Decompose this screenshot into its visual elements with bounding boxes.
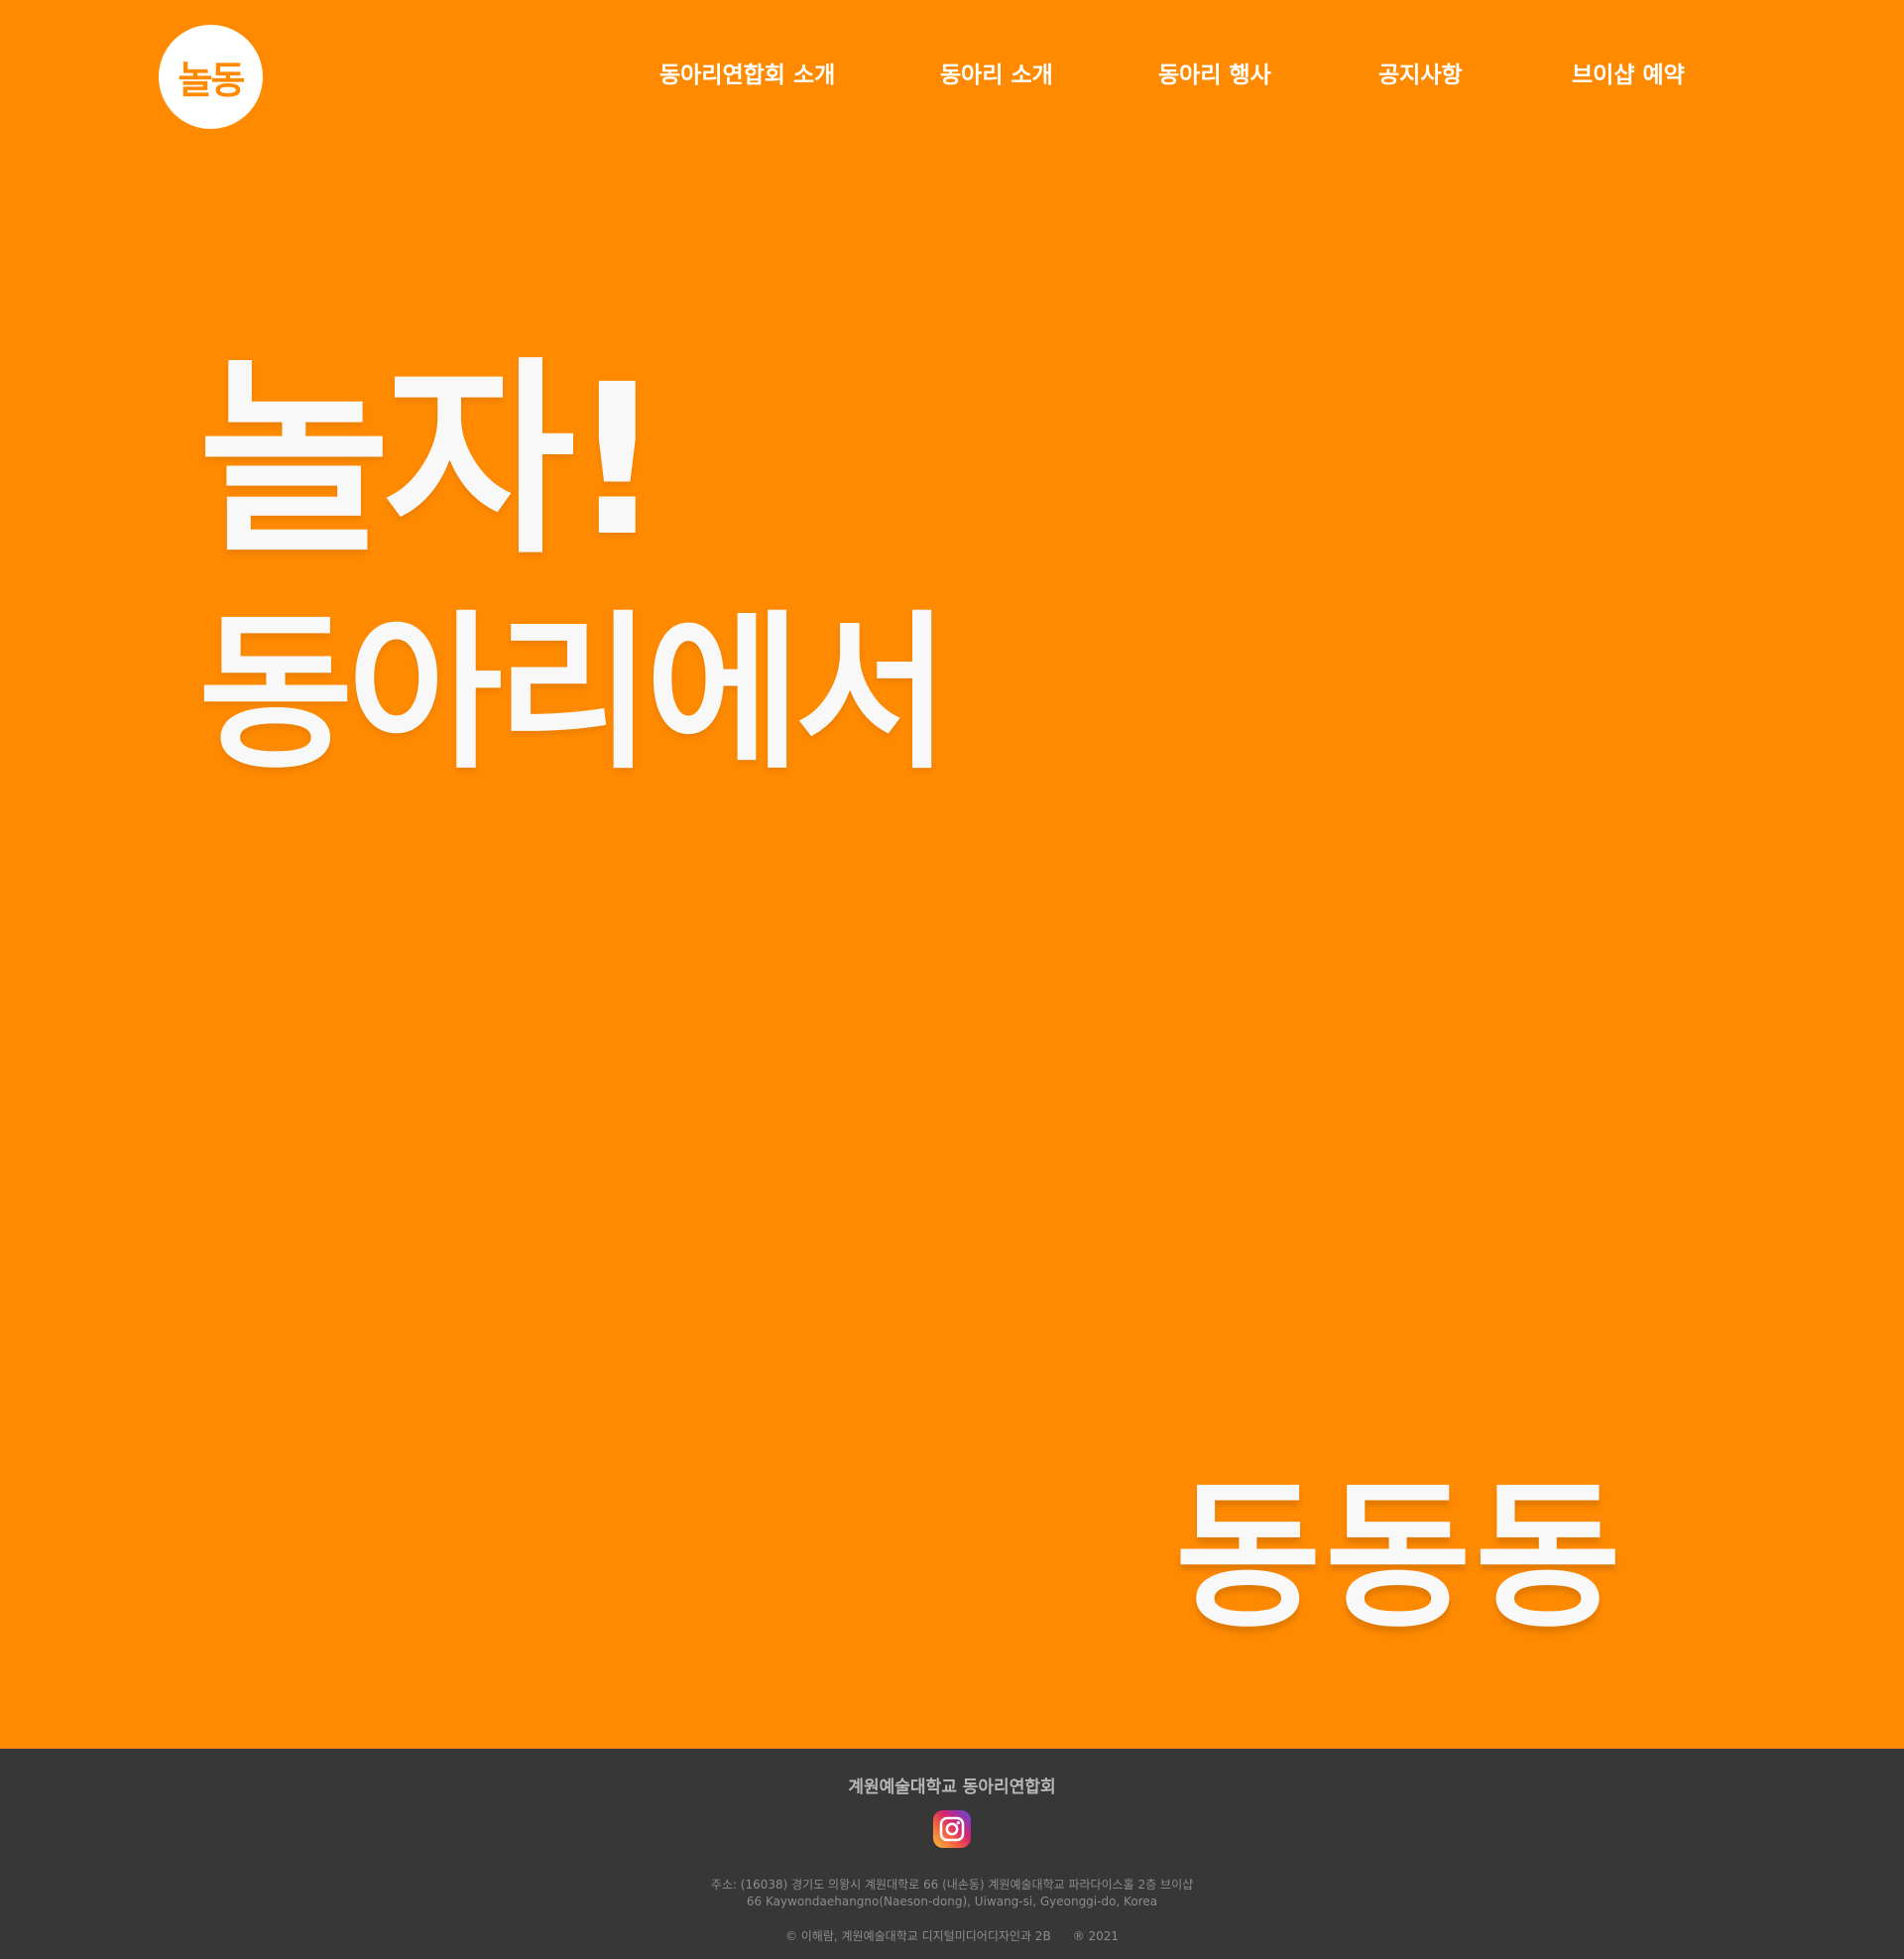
nav-item-vshop-reservation[interactable]: 브이샵 예약: [1572, 56, 1685, 89]
instagram-glyph: [939, 1816, 965, 1842]
site-footer: 계원예술대학교 동아리연합회 주소: (16038) 경기도 의왕시 계원대학로…: [0, 1749, 1904, 1959]
nav-item-club-union-intro[interactable]: 동아리연합회 소개: [659, 56, 835, 89]
nav-item-club-events[interactable]: 동아리 행사: [1158, 56, 1271, 89]
footer-year: ® 2021: [1072, 1929, 1120, 1943]
nav-item-notices[interactable]: 공지사항: [1378, 56, 1463, 89]
main-nav: 동아리연합회 소개 동아리 소개 동아리 행사 공지사항 브이샵 예약: [0, 56, 1904, 95]
footer-title: 계원예술대학교 동아리연합회: [848, 1777, 1056, 1797]
footer-copyright: © 이해람, 계원예술대학교 디지털미디어디자인과 2B ® 2021: [0, 1927, 1904, 1944]
page: 놀동 동아리연합회 소개 동아리 소개 동아리 행사 공지사항 브이샵 예약 놀…: [0, 0, 1904, 1959]
footer-credit: © 이해람, 계원예술대학교 디지털미디어디자인과 2B: [784, 1929, 1051, 1943]
hero-headline: 놀자!: [198, 339, 664, 582]
hero-tagline: 동동동: [1175, 1464, 1625, 1650]
instagram-icon[interactable]: [933, 1810, 971, 1848]
site-header: 놀동 동아리연합회 소개 동아리 소개 동아리 행사 공지사항 브이샵 예약: [0, 0, 1904, 149]
footer-address-en: 66 Kaywondaehangno(Naeson-dong), Uiwang-…: [746, 1895, 1158, 1908]
footer-address-kr: 주소: (16038) 경기도 의왕시 계원대학로 66 (내손동) 계원예술대…: [710, 1878, 1194, 1892]
hero-subheadline: 동아리에서: [198, 596, 950, 793]
nav-item-club-intro[interactable]: 동아리 소개: [940, 56, 1053, 89]
